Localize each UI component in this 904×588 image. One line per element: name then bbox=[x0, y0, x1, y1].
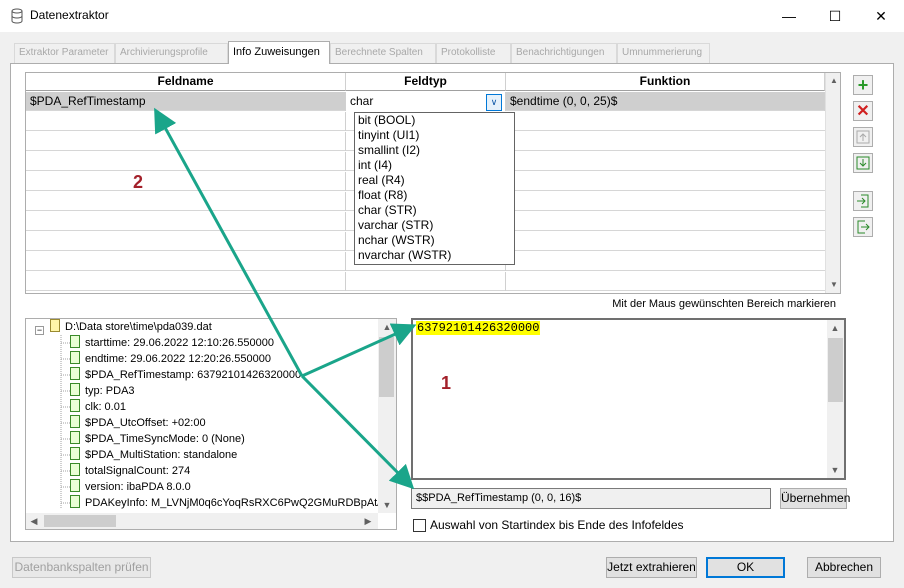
start-to-end-checkbox[interactable] bbox=[413, 519, 426, 532]
dropdown-option[interactable]: float (R8) bbox=[358, 188, 407, 203]
arrow-up-icon bbox=[856, 130, 870, 144]
document-icon bbox=[70, 335, 80, 348]
document-icon bbox=[70, 447, 80, 460]
delete-row-button[interactable]: ✕ bbox=[853, 101, 873, 121]
file-icon bbox=[50, 319, 60, 332]
dropdown-option[interactable]: char (STR) bbox=[358, 203, 417, 218]
checkbox-label[interactable]: Auswahl von Startindex bis Ende des Info… bbox=[430, 518, 684, 532]
tree-root[interactable]: D:\Data store\time\pda039.dat bbox=[50, 319, 212, 335]
export-icon bbox=[857, 220, 870, 234]
dropdown-option[interactable]: nchar (WSTR) bbox=[358, 233, 435, 248]
ok-button[interactable]: OK bbox=[706, 557, 785, 578]
dropdown-option[interactable]: tinyint (UI1) bbox=[358, 128, 419, 143]
tab-protokolliste[interactable]: Protokolliste bbox=[436, 43, 511, 63]
tab-berechnete-spalten[interactable]: Berechnete Spalten bbox=[330, 43, 436, 63]
arrow-down-icon bbox=[856, 156, 870, 170]
document-icon bbox=[70, 431, 80, 444]
delete-icon: ✕ bbox=[856, 103, 870, 120]
tree-item[interactable]: starttime: 29.06.2022 12:10:26.550000 bbox=[70, 335, 274, 351]
tree-item[interactable]: PDAKeyInfo: M_LVNjM0q6cYoqRsRXC6PwQ2GMuR… bbox=[70, 495, 394, 511]
scroll-up-icon[interactable]: ▲ bbox=[826, 73, 840, 89]
scroll-left-icon[interactable]: ◀ bbox=[26, 513, 42, 529]
grid-scrollbar[interactable]: ▲ ▼ bbox=[825, 73, 840, 293]
document-icon bbox=[70, 351, 80, 364]
dropdown-option[interactable]: real (R4) bbox=[358, 173, 405, 188]
move-up-button[interactable] bbox=[853, 127, 873, 147]
import-icon bbox=[857, 194, 869, 208]
document-icon bbox=[70, 399, 80, 412]
selected-text[interactable]: 63792101426320000 bbox=[416, 321, 541, 335]
extract-now-button[interactable]: Jetzt extrahieren bbox=[606, 557, 697, 578]
dropdown-option[interactable]: int (I4) bbox=[358, 158, 392, 173]
scroll-down-icon[interactable]: ▼ bbox=[826, 277, 840, 293]
close-button[interactable]: ✕ bbox=[858, 0, 904, 32]
document-icon bbox=[70, 415, 80, 428]
window-title: Datenextraktor bbox=[30, 8, 109, 22]
document-icon bbox=[70, 383, 80, 396]
info-tree: − D:\Data store\time\pda039.dat starttim… bbox=[25, 318, 397, 530]
document-icon bbox=[70, 463, 80, 476]
plus-icon: + bbox=[857, 74, 869, 95]
scroll-thumb[interactable] bbox=[44, 515, 116, 527]
grid-row[interactable] bbox=[26, 272, 825, 291]
dropdown-option[interactable]: smallint (I2) bbox=[358, 143, 420, 158]
export-button[interactable] bbox=[853, 217, 873, 237]
header-feldname[interactable]: Feldname bbox=[26, 73, 346, 91]
tree-item[interactable]: clk: 0.01 bbox=[70, 399, 126, 415]
tree-item[interactable]: typ: PDA3 bbox=[70, 383, 135, 399]
scroll-right-icon[interactable]: ▶ bbox=[360, 513, 376, 529]
apply-button[interactable]: Übernehmen bbox=[780, 488, 850, 509]
dropdown-option[interactable]: bit (BOOL) bbox=[358, 113, 415, 128]
scroll-up-icon[interactable]: ▲ bbox=[827, 320, 843, 336]
tree-horizontal-scrollbar[interactable]: ◀ ▶ bbox=[26, 513, 378, 529]
cancel-button[interactable]: Abbrechen bbox=[807, 557, 881, 578]
document-icon bbox=[70, 367, 80, 380]
tree-item[interactable]: $PDA_TimeSyncMode: 0 (None) bbox=[70, 431, 245, 447]
scroll-down-icon[interactable]: ▼ bbox=[827, 462, 843, 478]
text-scrollbar[interactable]: ▲ ▼ bbox=[827, 320, 844, 478]
header-feldtyp[interactable]: Feldtyp bbox=[346, 73, 506, 91]
import-button[interactable] bbox=[853, 191, 873, 211]
tree-vertical-scrollbar[interactable]: ▲ ▼ bbox=[378, 319, 396, 513]
collapse-icon[interactable]: − bbox=[35, 326, 44, 335]
check-columns-button[interactable]: Datenbankspalten prüfen bbox=[12, 557, 151, 578]
scroll-thumb[interactable] bbox=[828, 338, 843, 402]
selection-hint: Mit der Maus gewünschten Bereich markier… bbox=[612, 298, 836, 310]
tab-archivierungsprofile[interactable]: Archivierungsprofile bbox=[115, 43, 228, 63]
maximize-button[interactable]: ☐ bbox=[812, 0, 858, 32]
cell-feldtyp[interactable]: char bbox=[346, 92, 506, 111]
expression-field[interactable]: $$PDA_RefTimestamp (0, 0, 16)$ bbox=[411, 488, 771, 509]
cell-funktion[interactable]: $endtime (0, 0, 25)$ bbox=[506, 92, 825, 111]
tree-item[interactable]: version: ibaPDA 8.0.0 bbox=[70, 479, 191, 495]
scroll-thumb[interactable] bbox=[379, 337, 394, 397]
marker-one: 1 bbox=[441, 373, 452, 393]
database-icon bbox=[11, 8, 23, 24]
move-down-button[interactable] bbox=[853, 153, 873, 173]
header-funktion[interactable]: Funktion bbox=[506, 73, 825, 91]
scroll-down-icon[interactable]: ▼ bbox=[379, 497, 395, 513]
tab-umnummerierung[interactable]: Umnummerierung bbox=[617, 43, 710, 63]
tree-item-selected[interactable]: $PDA_RefTimestamp: 63792101426320000 bbox=[70, 367, 301, 383]
document-icon bbox=[70, 479, 80, 492]
document-icon bbox=[70, 495, 80, 508]
tab-extraktor-parameter[interactable]: Extraktor Parameter bbox=[14, 43, 115, 63]
dropdown-option[interactable]: nvarchar (WSTR) bbox=[358, 248, 451, 263]
tree-item[interactable]: endtime: 29.06.2022 12:20:26.550000 bbox=[70, 351, 271, 367]
info-text-area[interactable]: 63792101426320000 ▲ ▼ bbox=[411, 318, 846, 480]
tree-item[interactable]: totalSignalCount: 274 bbox=[70, 463, 190, 479]
type-dropdown-list: bit (BOOL) tinyint (UI1) smallint (I2) i… bbox=[354, 112, 515, 265]
scroll-up-icon[interactable]: ▲ bbox=[379, 319, 395, 335]
cell-feldname[interactable]: $PDA_RefTimestamp bbox=[26, 92, 346, 111]
add-row-button[interactable]: + bbox=[853, 75, 873, 95]
chevron-down-icon[interactable]: ∨ bbox=[486, 94, 502, 111]
tab-info-zuweisungen[interactable]: Info Zuweisungen bbox=[228, 41, 330, 64]
tree-item[interactable]: $PDA_UtcOffset: +02:00 bbox=[70, 415, 206, 431]
tab-benachrichtigungen[interactable]: Benachrichtigungen bbox=[511, 43, 617, 63]
minimize-button[interactable]: — bbox=[766, 0, 812, 32]
tree-item[interactable]: $PDA_MultiStation: standalone bbox=[70, 447, 237, 463]
grid-row[interactable]: $PDA_RefTimestamp char $endtime (0, 0, 2… bbox=[26, 92, 825, 111]
dropdown-option[interactable]: varchar (STR) bbox=[358, 218, 433, 233]
marker-two: 2 bbox=[133, 172, 144, 192]
